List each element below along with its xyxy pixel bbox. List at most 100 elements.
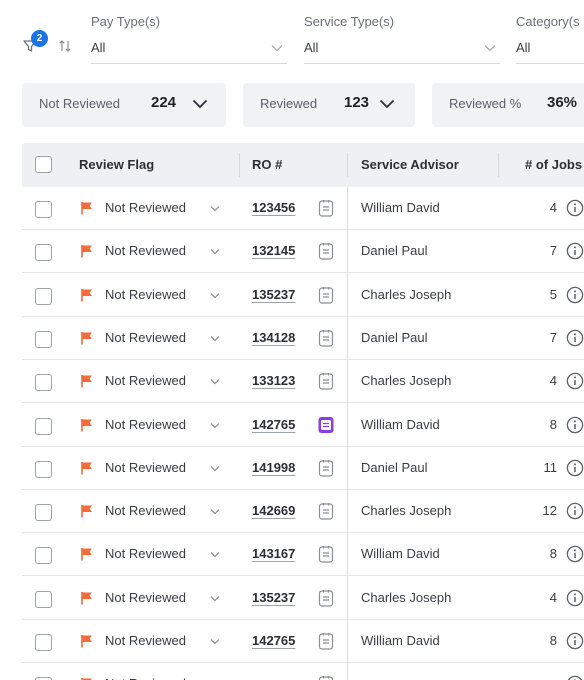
document-icon[interactable] — [318, 459, 334, 477]
chevron-down-icon[interactable] — [210, 508, 220, 515]
review-status[interactable]: Not Reviewed — [105, 676, 186, 680]
info-icon[interactable] — [566, 589, 584, 607]
review-status[interactable]: Not Reviewed — [105, 330, 186, 345]
review-status[interactable]: Not Reviewed — [105, 633, 186, 648]
row-checkbox[interactable] — [35, 634, 52, 651]
table-row[interactable]: Not Reviewed 142765 William David 8 — [22, 404, 584, 447]
row-checkbox[interactable] — [35, 417, 52, 435]
info-icon[interactable] — [566, 459, 584, 477]
table-row[interactable]: Not Reviewed 135237 Charles Joseph 4 — [22, 577, 584, 620]
ro-number-link[interactable]: 135237 — [252, 287, 295, 302]
ro-number-link[interactable]: 142765 — [252, 417, 295, 432]
ro-number-link[interactable]: 141998 — [252, 460, 295, 475]
info-icon[interactable] — [566, 675, 584, 680]
chevron-down-icon[interactable] — [210, 335, 220, 342]
document-icon[interactable] — [318, 416, 334, 434]
document-icon[interactable] — [318, 242, 334, 260]
row-checkbox[interactable] — [35, 547, 52, 565]
ro-number-link[interactable]: 142765 — [252, 633, 295, 648]
reviewed-percent-card[interactable]: Reviewed % 36% — [432, 83, 584, 127]
header-ro-number[interactable]: RO # — [252, 157, 282, 172]
table-row[interactable]: Not Reviewed 142765 William David 8 — [22, 620, 584, 663]
ro-number-link[interactable]: 132145 — [252, 243, 295, 258]
info-icon[interactable] — [566, 502, 584, 520]
chevron-down-icon[interactable] — [210, 205, 220, 212]
review-status[interactable]: Not Reviewed — [105, 503, 186, 518]
chevron-down-icon[interactable] — [210, 378, 220, 385]
review-status[interactable]: Not Reviewed — [105, 546, 186, 561]
document-icon[interactable] — [318, 199, 334, 217]
service-advisor-name: William David — [361, 200, 440, 215]
ro-number-link[interactable]: 133123 — [252, 373, 295, 388]
ro-number-link[interactable]: 142669 — [252, 503, 295, 518]
chevron-down-icon[interactable] — [210, 638, 220, 645]
row-checkbox[interactable] — [35, 330, 52, 348]
service-type-select[interactable]: All — [304, 36, 500, 64]
info-icon[interactable] — [566, 416, 584, 434]
flag-icon — [81, 245, 92, 258]
document-icon[interactable] — [318, 286, 334, 304]
chevron-down-icon[interactable] — [192, 99, 208, 109]
chevron-down-icon[interactable] — [210, 292, 220, 299]
table-row[interactable]: Not Reviewed 135237 Charles Joseph 5 — [22, 274, 584, 317]
flag-icon — [81, 288, 92, 302]
ro-number-link[interactable]: 143167 — [252, 546, 295, 561]
document-icon[interactable] — [318, 372, 334, 390]
document-icon[interactable] — [318, 589, 334, 607]
info-icon[interactable] — [566, 242, 584, 260]
table-row[interactable]: Not Reviewed — [22, 663, 584, 680]
table-row[interactable]: Not Reviewed 123456 William David 4 — [22, 187, 584, 230]
review-status[interactable]: Not Reviewed — [105, 200, 186, 215]
header-service-advisor[interactable]: Service Advisor — [361, 157, 459, 172]
not-reviewed-card[interactable]: Not Reviewed 224 — [22, 83, 226, 127]
ro-number-link[interactable]: 135237 — [252, 590, 295, 605]
document-icon[interactable] — [318, 502, 334, 520]
pay-type-select[interactable]: All — [91, 36, 287, 64]
chevron-down-icon[interactable] — [210, 551, 220, 558]
filter-bar: 2 Pay Type(s) All Service Type(s) All Ca… — [0, 0, 584, 70]
info-icon[interactable] — [566, 372, 584, 390]
row-checkbox[interactable] — [35, 460, 52, 478]
row-checkbox[interactable] — [35, 244, 52, 262]
row-checkbox[interactable] — [35, 374, 52, 392]
chevron-down-icon[interactable] — [379, 99, 395, 109]
chevron-down-icon[interactable] — [210, 422, 220, 429]
table-row[interactable]: Not Reviewed 134128 Daniel Paul 7 — [22, 317, 584, 360]
info-icon[interactable] — [566, 545, 584, 563]
document-icon[interactable] — [318, 632, 334, 650]
table-row[interactable]: Not Reviewed 132145 Daniel Paul 7 — [22, 230, 584, 274]
row-checkbox[interactable] — [35, 287, 52, 305]
row-checkbox[interactable] — [35, 201, 52, 218]
chevron-down-icon[interactable] — [210, 465, 220, 472]
review-status[interactable]: Not Reviewed — [105, 373, 186, 388]
chevron-down-icon[interactable] — [210, 595, 220, 602]
row-checkbox[interactable] — [35, 590, 52, 608]
info-icon[interactable] — [566, 199, 584, 217]
review-status[interactable]: Not Reviewed — [105, 590, 186, 605]
document-icon[interactable] — [318, 329, 334, 347]
table-row[interactable]: Not Reviewed 143167 William David 8 — [22, 533, 584, 577]
table-row[interactable]: Not Reviewed 141998 Daniel Paul 11 — [22, 447, 584, 490]
ro-number-link[interactable]: 123456 — [252, 200, 295, 215]
info-icon[interactable] — [566, 286, 584, 304]
service-advisor-name: Daniel Paul — [361, 329, 428, 345]
header-review-flag[interactable]: Review Flag — [79, 157, 154, 172]
header-job-count[interactable]: # of Jobs — [525, 157, 582, 172]
review-status[interactable]: Not Reviewed — [105, 417, 186, 432]
ro-number-link[interactable]: 134128 — [252, 330, 295, 345]
category-select[interactable]: All — [516, 36, 584, 64]
info-icon[interactable] — [566, 329, 584, 347]
table-row[interactable]: Not Reviewed 133123 Charles Joseph 4 — [22, 360, 584, 404]
table-row[interactable]: Not Reviewed 142669 Charles Joseph 12 — [22, 490, 584, 534]
document-icon[interactable] — [318, 545, 334, 563]
document-icon[interactable] — [318, 675, 334, 680]
review-status[interactable]: Not Reviewed — [105, 287, 186, 302]
review-status[interactable]: Not Reviewed — [105, 460, 186, 475]
chevron-down-icon[interactable] — [210, 248, 220, 255]
row-checkbox[interactable] — [35, 504, 52, 522]
review-status[interactable]: Not Reviewed — [105, 243, 186, 258]
reviewed-card[interactable]: Reviewed 123 — [243, 83, 415, 127]
sort-icon[interactable] — [58, 39, 72, 53]
select-all-checkbox[interactable] — [35, 156, 52, 173]
info-icon[interactable] — [566, 632, 584, 650]
